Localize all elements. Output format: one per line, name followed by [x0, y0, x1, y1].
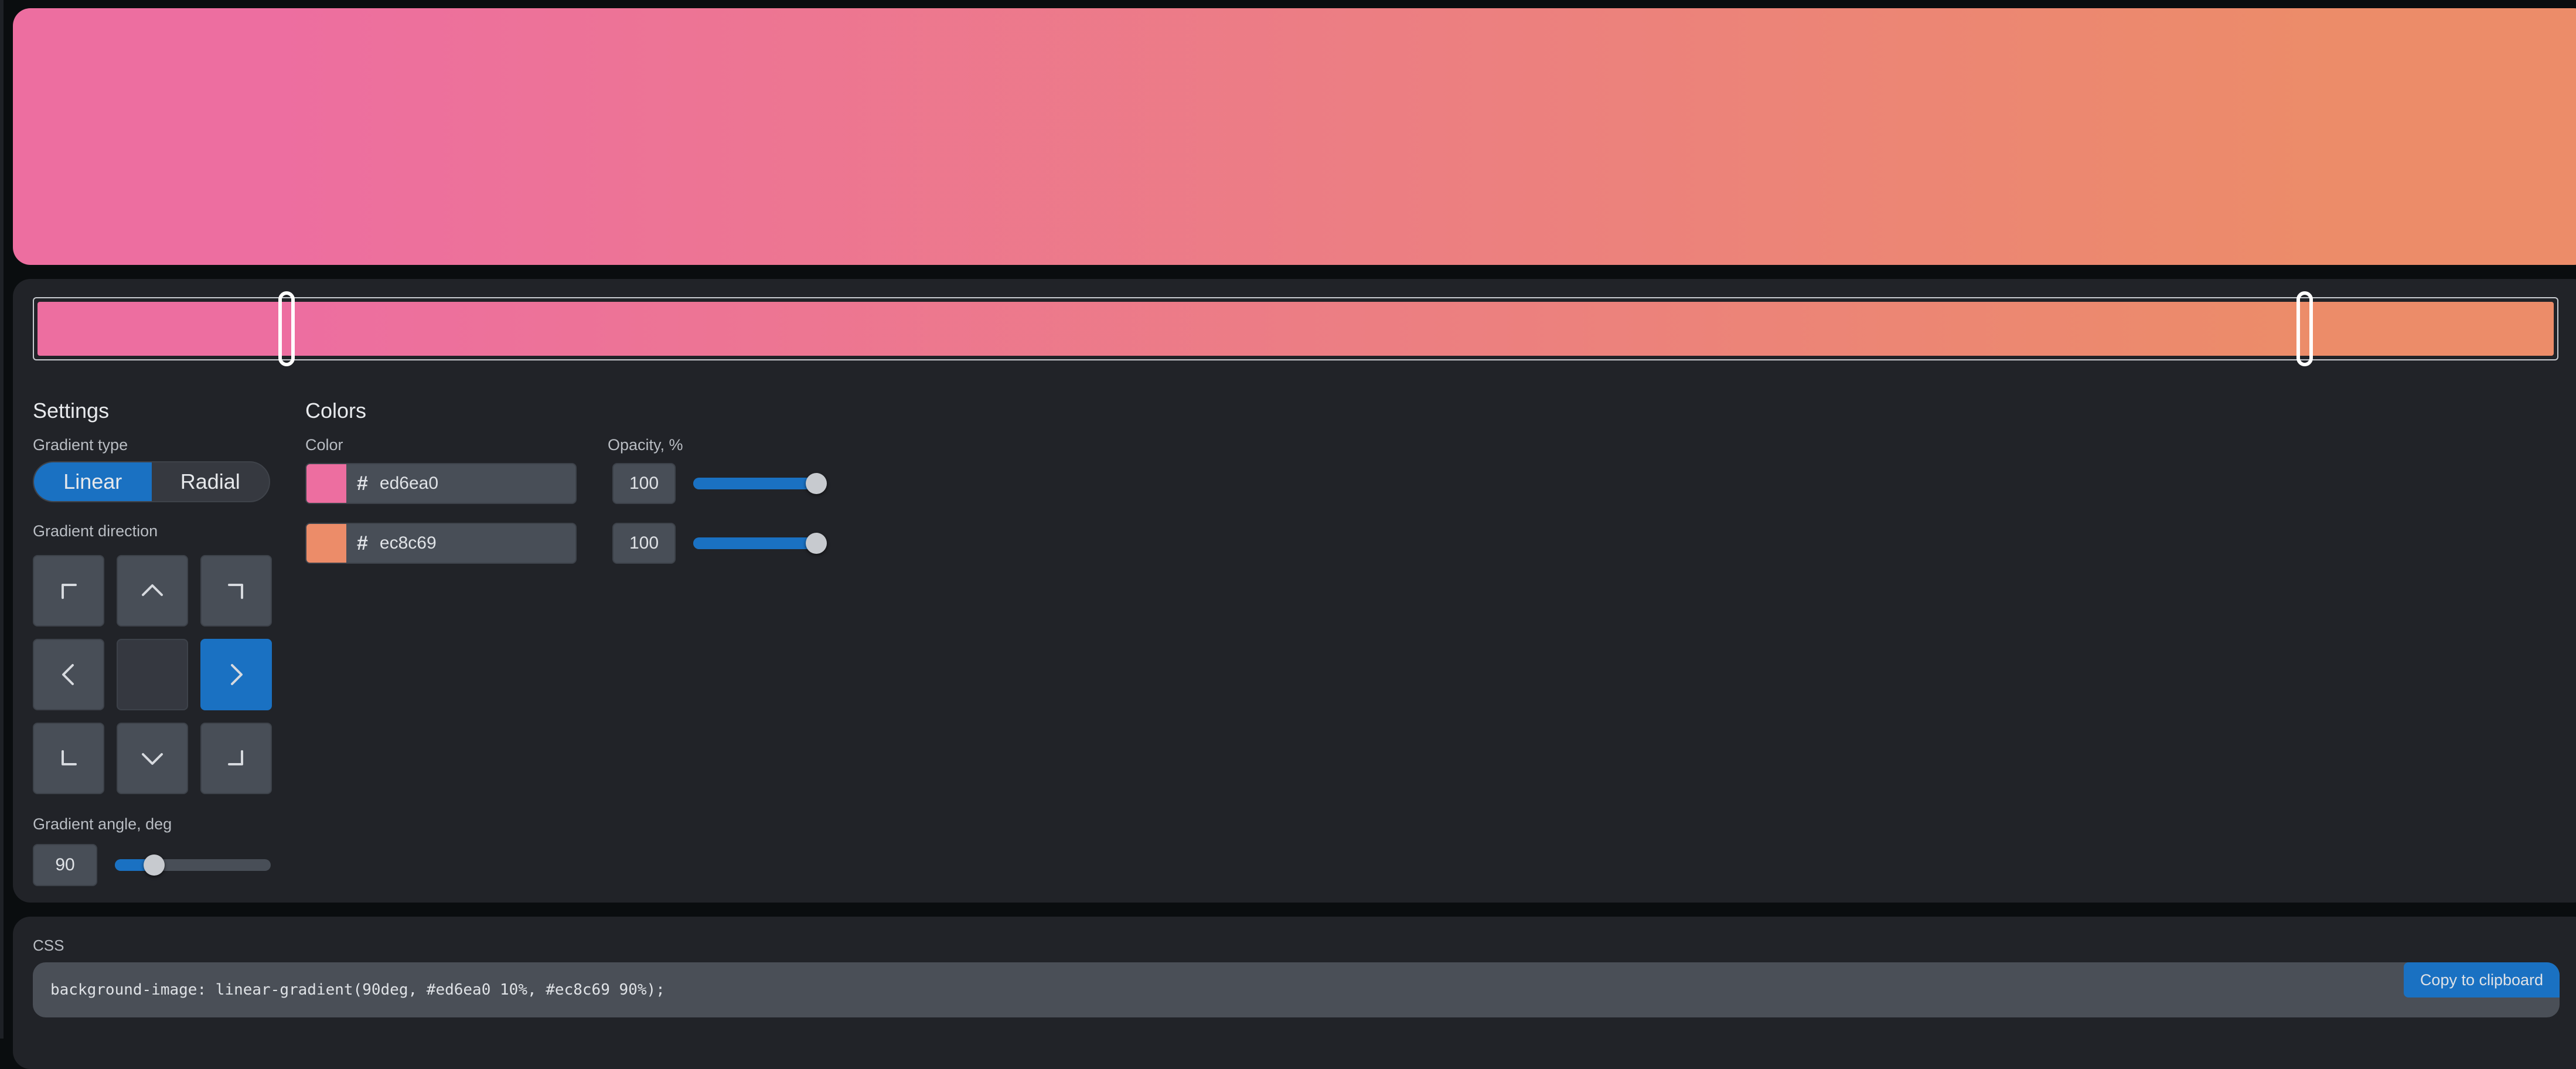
corner-bottom-right-icon — [228, 750, 243, 765]
opacity-slider-fill-1 — [693, 478, 816, 489]
colors-title: Colors — [305, 399, 367, 423]
opacity-slider-2[interactable] — [693, 533, 827, 554]
opacity-slider-1[interactable] — [693, 473, 827, 494]
css-code-box: background-image: linear-gradient(90deg,… — [33, 962, 2560, 1017]
hash-symbol: # — [357, 532, 368, 554]
opacity-slider-thumb-1[interactable] — [806, 473, 827, 494]
direction-center-button — [117, 639, 188, 710]
direction-bottom-button[interactable] — [117, 723, 188, 794]
chevron-right-icon — [231, 664, 243, 685]
settings-title: Settings — [33, 399, 110, 423]
controls-panel: Settings Gradient type Linear Radial Gra… — [13, 279, 2576, 903]
color-hex-field-1[interactable]: # ed6ea0 — [305, 463, 577, 504]
gradient-angle-label: Gradient angle, deg — [33, 815, 172, 833]
direction-top-button[interactable] — [117, 555, 188, 627]
css-code-text: background-image: linear-gradient(90deg,… — [50, 981, 665, 999]
opacity-input-1[interactable]: 100 — [612, 463, 676, 504]
direction-top-right-button[interactable] — [200, 555, 272, 627]
chevron-down-icon — [142, 753, 163, 765]
gradient-stop-bar[interactable] — [33, 291, 2558, 366]
opacity-slider-fill-2 — [693, 537, 816, 549]
gradient-type-linear[interactable]: Linear — [34, 462, 152, 501]
angle-slider-thumb[interactable] — [143, 854, 165, 876]
direction-right-button[interactable] — [200, 639, 272, 710]
color-swatch-2[interactable] — [306, 524, 346, 563]
color-column-label: Color — [305, 436, 343, 454]
corner-bottom-left-icon — [62, 750, 77, 765]
direction-top-left-button[interactable] — [33, 555, 104, 627]
color-hex-field-2[interactable]: # ec8c69 — [305, 523, 577, 564]
color-stop-handle-1[interactable] — [278, 291, 295, 366]
corner-top-right-icon — [228, 584, 243, 599]
color-stop-handle-2[interactable] — [2296, 291, 2313, 366]
gradient-type-radial[interactable]: Radial — [152, 462, 270, 501]
css-output-panel: CSS background-image: linear-gradient(90… — [13, 917, 2576, 1069]
gradient-direction-label: Gradient direction — [33, 522, 158, 540]
opacity-slider-thumb-2[interactable] — [806, 533, 827, 554]
css-label: CSS — [33, 937, 64, 954]
chevron-left-icon — [62, 664, 74, 685]
gradient-type-label: Gradient type — [33, 436, 128, 454]
color-hex-value-1: ed6ea0 — [379, 474, 439, 493]
color-swatch-1[interactable] — [306, 464, 346, 503]
angle-input[interactable]: 90 — [33, 844, 97, 886]
color-hex-value-2: ec8c69 — [379, 533, 437, 553]
direction-bottom-left-button[interactable] — [33, 723, 104, 794]
opacity-input-2[interactable]: 100 — [612, 523, 676, 564]
chevron-up-icon — [142, 584, 163, 596]
direction-bottom-right-button[interactable] — [200, 723, 272, 794]
direction-left-button[interactable] — [33, 639, 104, 710]
gradient-preview — [13, 8, 2576, 265]
gradient-bar-fill[interactable] — [38, 302, 2554, 356]
angle-slider[interactable] — [115, 854, 271, 876]
copy-to-clipboard-button[interactable]: Copy to clipboard — [2404, 962, 2560, 997]
left-edge-strip — [0, 0, 4, 1039]
gradient-type-toggle: Linear Radial — [33, 461, 270, 502]
opacity-column-label: Opacity, % — [608, 436, 683, 454]
corner-top-left-icon — [62, 584, 77, 599]
hash-symbol: # — [357, 472, 368, 495]
